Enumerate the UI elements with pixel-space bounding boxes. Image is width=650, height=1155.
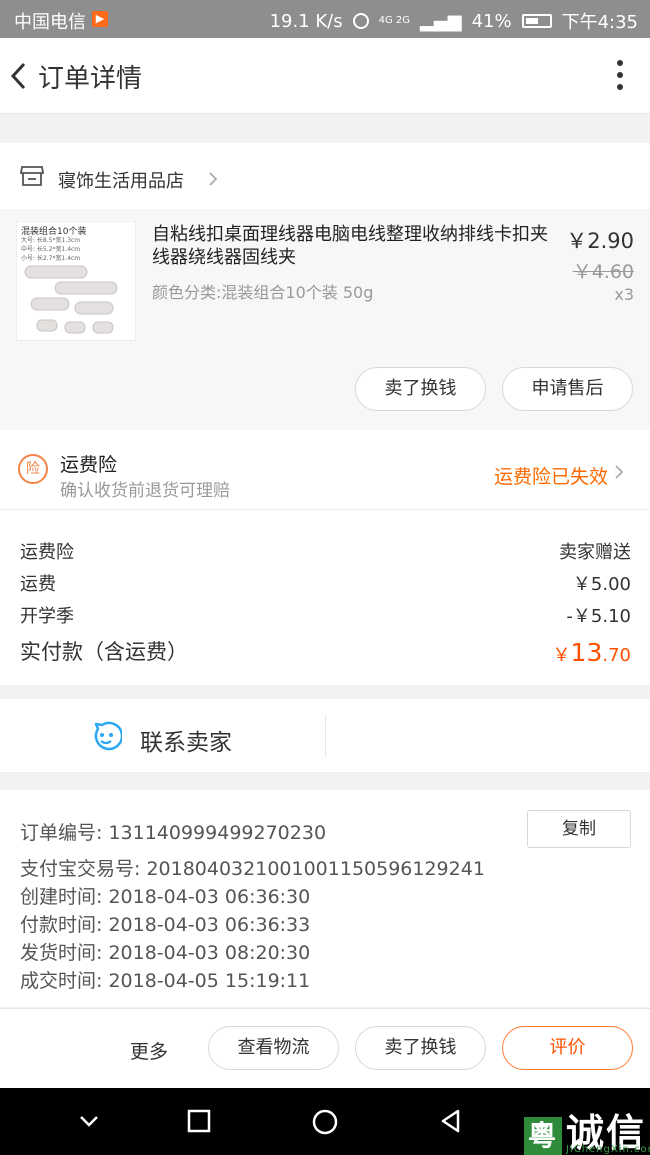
cost-value: ￥5.00 — [572, 574, 631, 595]
order-info: 订单编号: 131140999499270230 复制 支付宝交易号: 2018… — [0, 790, 650, 1007]
back-arrow-icon[interactable] — [6, 58, 36, 94]
total-label: 实付款（含运费） — [20, 640, 188, 664]
cost-label: 运费 — [20, 574, 56, 595]
insurance-title: 运费险 — [60, 454, 118, 476]
shop-icon — [20, 166, 44, 186]
contact-bar: 联系卖家 — [0, 699, 650, 773]
watermark-url: JiChengXin.com — [565, 1144, 650, 1155]
total-amount: ￥13.70 — [553, 638, 631, 667]
more-link[interactable]: 更多 — [130, 1037, 168, 1064]
product-title[interactable]: 自粘线扣桌面理线器电脑电线整理收纳排线卡扣夹线器绕线器固线夹 — [152, 223, 554, 269]
watermark-logo: 粵诚信 JiChengXin.com — [523, 1102, 650, 1155]
view-logistics-button[interactable]: 查看物流 — [208, 1026, 339, 1070]
insurance-subtitle: 确认收货前退货可理赔 — [60, 481, 230, 501]
network-type: 4G 2G — [378, 15, 411, 26]
watermark-box: 粵 — [523, 1116, 562, 1155]
cost-row: 开学季 -￥5.10 — [20, 602, 631, 628]
carrier-label: 中国电信 — [14, 12, 86, 33]
shop-name: 寝饰生活用品店 — [58, 171, 184, 192]
battery-icon — [521, 14, 552, 28]
order-item[interactable]: 混装组合10个装 大号: 长8.5*宽1.3cm 中号: 长5.2*宽1.4cm… — [0, 211, 650, 430]
sell-item-button[interactable]: 卖了换钱 — [355, 367, 486, 411]
clock: 下午4:35 — [561, 12, 638, 33]
completed-time: 成交时间: 2018-04-05 15:19:11 — [20, 970, 311, 992]
page-title: 订单详情 — [38, 64, 143, 94]
paid-time: 付款时间: 2018-04-03 06:36:33 — [20, 914, 311, 936]
thumbnail-specs: 大号: 长8.5*宽1.3cm 中号: 长5.2*宽1.4cm 小号: 长2.7… — [21, 236, 80, 263]
alipay-trade-number: 支付宝交易号: 2018040321001001150596129241 — [20, 858, 485, 880]
alarm-icon — [352, 13, 369, 29]
cost-summary: 运费险 卖家赠送 运费 ￥5.00 开学季 -￥5.10 实付款（含运费） ￥1… — [0, 510, 650, 685]
network-speed: 19.1 K/s — [269, 10, 343, 32]
chat-face-icon[interactable] — [90, 720, 122, 752]
signal-icon: ▂▄▆ — [420, 10, 462, 32]
app-notification-icon: ▶ — [92, 11, 108, 27]
created-time: 创建时间: 2018-04-03 06:36:30 — [20, 886, 311, 908]
chevron-down-icon[interactable] — [76, 1108, 102, 1134]
total-row: 实付款（含运费） ￥13.70 — [20, 636, 631, 667]
cost-row: 运费 ￥5.00 — [20, 570, 631, 596]
review-button[interactable]: 评价 — [502, 1026, 633, 1070]
back-triangle-icon[interactable] — [438, 1108, 464, 1134]
status-right: 19.1 K/s 4G 2G ▂▄▆ 41% 下午4:35 — [270, 8, 638, 34]
action-bar: 更多 查看物流 卖了换钱 评价 — [0, 1008, 650, 1088]
cost-label: 运费险 — [20, 542, 74, 563]
after-sale-button[interactable]: 申请售后 — [502, 367, 633, 411]
cost-label: 开学季 — [20, 606, 74, 627]
total-integer: 13 — [570, 638, 603, 667]
battery-percent: 41% — [471, 10, 512, 32]
cost-value: -￥5.10 — [566, 606, 631, 627]
cable-clips-image — [24, 265, 118, 334]
shipping-insurance-row[interactable]: 险 运费险 确认收货前退货可理赔 运费险已失效 — [0, 430, 650, 510]
product-thumbnail[interactable]: 混装组合10个装 大号: 长8.5*宽1.3cm 中号: 长5.2*宽1.4cm… — [16, 221, 136, 341]
recents-square-icon[interactable] — [186, 1108, 212, 1134]
shipped-time: 发货时间: 2018-04-03 08:20:30 — [20, 942, 311, 964]
more-options-icon[interactable] — [616, 60, 624, 94]
insurance-status: 运费险已失效 — [493, 466, 608, 488]
sell-button[interactable]: 卖了换钱 — [355, 1026, 486, 1070]
quantity: x3 — [614, 285, 634, 304]
cost-value: 卖家赠送 — [559, 542, 631, 563]
divider — [325, 715, 326, 757]
chevron-right-icon — [615, 465, 624, 479]
shop-row[interactable]: 寝饰生活用品店 — [0, 143, 650, 211]
thumbnail-spec: 大号: 长8.5*宽1.3cm — [21, 237, 81, 244]
original-price: ￥4.60 — [572, 261, 634, 283]
total-decimal: .70 — [602, 645, 631, 666]
insurance-badge-icon: 险 — [18, 454, 48, 484]
copy-button[interactable]: 复制 — [527, 810, 631, 848]
chevron-right-icon — [209, 172, 218, 186]
total-currency: ￥ — [552, 645, 571, 666]
contact-seller-button[interactable]: 联系卖家 — [140, 723, 232, 757]
order-number: 订单编号: 131140999499270230 — [20, 822, 327, 844]
status-bar: 中国电信 ▶ 19.1 K/s 4G 2G ▂▄▆ 41% 下午4:35 — [0, 0, 650, 38]
product-spec: 颜色分类:混装组合10个装 50g — [152, 283, 374, 302]
home-circle-icon[interactable] — [311, 1108, 339, 1136]
cost-row: 运费险 卖家赠送 — [20, 538, 631, 564]
product-price: ￥2.90 — [566, 229, 634, 253]
thumbnail-spec: 中号: 长5.2*宽1.4cm — [21, 246, 81, 253]
page-header: 订单详情 — [0, 38, 650, 114]
